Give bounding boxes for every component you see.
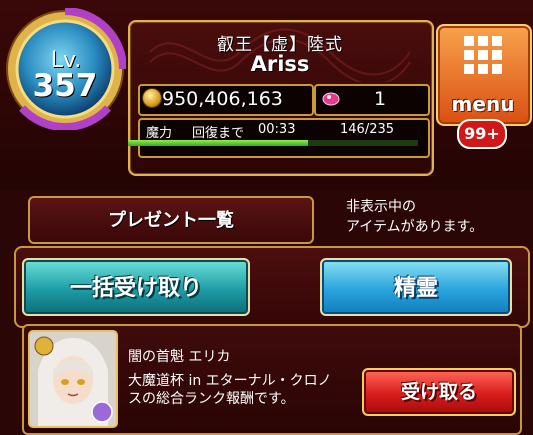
mana-value: 146/235 [340,122,395,137]
gem-value: 1 [373,88,387,110]
recovery-label: 回復まで [192,126,245,141]
bulk-receive-label: 一括受け取り [69,276,202,301]
hidden-items-notice: 非表示中の [346,199,416,215]
item-description: 大魔道杯 in エターナル・クロノ [128,373,332,389]
recovery-time: 00:33 [258,122,296,137]
character-portrait [28,330,118,428]
item-name: 闇の首魁 エリカ [128,349,231,365]
mana-bar-fill [128,140,309,146]
hidden-items-notice: アイテムがあります。 [346,219,484,235]
menu-label: menu [451,92,515,116]
coin-value: 950,406,163 [162,88,283,110]
mana-label: 魔力 [146,126,173,141]
notification-badge: 99+ [457,119,507,149]
menu-grid-icon [464,36,502,74]
receive-label: 受け取る [400,381,477,403]
level-value: 357 [32,68,98,104]
spirit-filter-label: 精霊 [393,276,438,301]
present-list-title: プレゼント一覧 [108,210,234,231]
player-name: Ariss [250,52,310,76]
item-description: スの総合ランク報酬です。 [128,391,295,407]
coin-icon [143,89,161,107]
gem-icon [322,92,340,106]
